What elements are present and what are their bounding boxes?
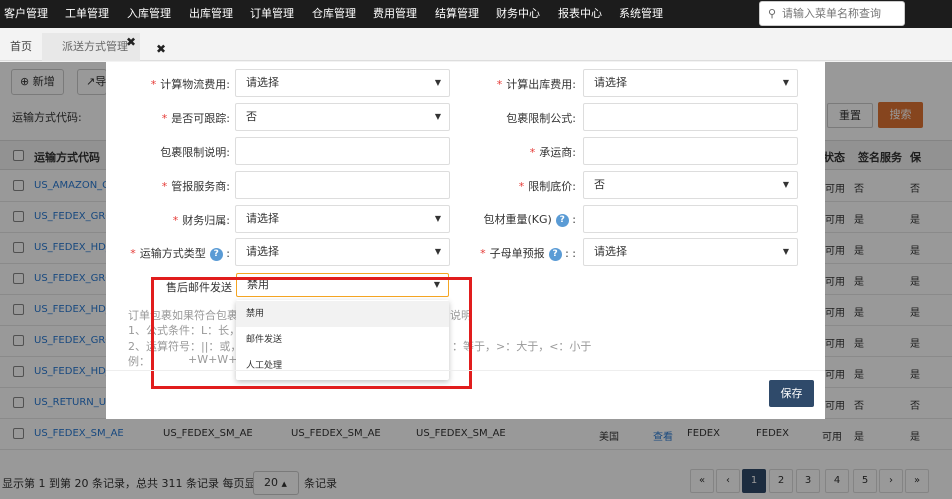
nav-workorder[interactable]: 工单管理 — [65, 0, 109, 28]
pkg-weight-label: 包材重量(KG)? : — [483, 213, 576, 227]
pkg-formula-label: 包裹限制公式: — [506, 112, 576, 125]
nav-order[interactable]: 订单管理 — [250, 0, 294, 28]
close-icon[interactable]: ✖ — [126, 35, 136, 49]
menu-search[interactable]: ⚲ — [759, 1, 905, 26]
note-line: 例： — [128, 355, 150, 368]
close-all-tab-button[interactable]: ✖ — [143, 36, 179, 62]
highlight-box — [151, 277, 472, 389]
nav-system[interactable]: 系统管理 — [619, 0, 663, 28]
logistics-fee-label: * 计算物流费用: — [150, 78, 230, 91]
note-line: ：等于，>：大于，<：小于 — [452, 340, 592, 353]
carrier-label: * 承运商: — [529, 146, 576, 159]
nav-finance[interactable]: 财务中心 — [496, 0, 540, 28]
min-price-select[interactable]: 否 ▼ — [583, 171, 798, 199]
trackable-select[interactable]: 否 ▼ — [235, 103, 450, 131]
nav-inbound[interactable]: 入库管理 — [127, 0, 171, 28]
min-price-label: * 限制底价: — [518, 180, 576, 193]
nav-outbound[interactable]: 出库管理 — [189, 0, 233, 28]
outbound-fee-select[interactable]: 请选择 ▼ — [583, 69, 798, 97]
help-icon[interactable]: ? — [209, 247, 223, 261]
finance-select[interactable]: 请选择 ▼ — [235, 205, 450, 233]
declare-input[interactable] — [235, 171, 450, 199]
finance-label: * 财务归属: — [172, 214, 230, 227]
nav-fee[interactable]: 费用管理 — [373, 0, 417, 28]
logistics-fee-select[interactable]: 请选择 ▼ — [235, 69, 450, 97]
help-icon[interactable]: ? — [548, 247, 562, 261]
pkg-desc-input[interactable] — [235, 137, 450, 165]
nav-report[interactable]: 报表中心 — [558, 0, 602, 28]
caret-down-icon: ▼ — [782, 78, 789, 87]
caret-down-icon: ▼ — [434, 78, 441, 87]
transport-type-label: * 运输方式类型? : — [130, 247, 230, 261]
pkg-desc-label: 包裹限制说明: — [160, 146, 230, 159]
search-icon: ⚲ — [768, 7, 777, 20]
caret-down-icon: ▼ — [782, 247, 789, 256]
pkg-formula-input[interactable] — [583, 103, 798, 131]
caret-down-icon: ▼ — [434, 112, 441, 121]
caret-down-icon: ▼ — [434, 247, 441, 256]
parent-child-select[interactable]: 请选择 ▼ — [583, 238, 798, 266]
nav-customer[interactable]: 客户管理 — [4, 0, 48, 28]
nav-settlement[interactable]: 结算管理 — [435, 0, 479, 28]
caret-down-icon: ▼ — [782, 180, 789, 189]
modal-divider — [106, 370, 825, 371]
carrier-input[interactable] — [583, 137, 798, 165]
outbound-fee-label: * 计算出库费用: — [496, 78, 576, 91]
help-icon[interactable]: ? — [555, 213, 569, 227]
transport-type-select[interactable]: 请选择 ▼ — [235, 238, 450, 266]
caret-down-icon: ▼ — [434, 214, 441, 223]
menu-search-input[interactable] — [782, 5, 900, 22]
save-button[interactable]: 保存 — [769, 380, 814, 407]
tab-home[interactable]: 首页 — [0, 33, 42, 61]
parent-child-label: * 子母单预报? : : — [480, 247, 576, 261]
declare-label: * 管报服务商: — [161, 180, 230, 193]
pkg-weight-input[interactable] — [583, 205, 798, 233]
top-nav: 客户管理 工单管理 入库管理 出库管理 订单管理 仓库管理 费用管理 结算管理 … — [0, 0, 952, 28]
nav-warehouse[interactable]: 仓库管理 — [312, 0, 356, 28]
trackable-label: * 是否可跟踪: — [161, 112, 230, 125]
